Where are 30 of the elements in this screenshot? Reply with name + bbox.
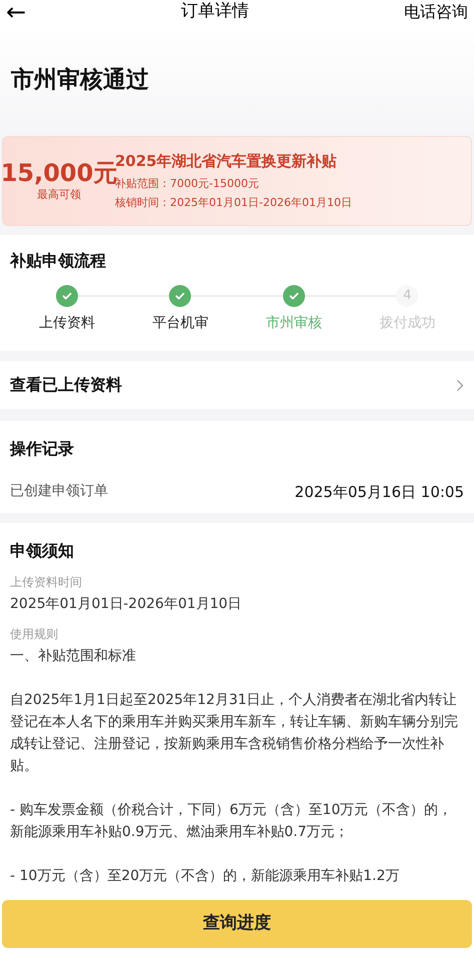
notice-paragraph: - 购车发票金额（价税合计，下同）6万元（含）至10万元（不含）的，新能源乘用车补贴0.9万元、燃油乘用车补贴0.7万元；: [10, 801, 454, 842]
subsidy-range: 补贴范围：7000元-15000元: [115, 176, 260, 192]
page-title: 订单详情: [181, 0, 250, 24]
notice-paragraph: 自2025年1月1日起至2025年12月31日止，个人消费者在湖北省内转让登记在本人名下的乘用车并购买乘用车新车，转让车辆、新购车辆分别完成转让登记、注册登记，按新购乘用车含税销售价格分档给予一次性补贴。: [10, 691, 459, 776]
notice-paragraph: 一、补贴范围和标准: [10, 647, 137, 666]
check-icon: [60, 290, 73, 302]
subsidy-title: 2025年湖北省汽车置换更新补贴: [115, 151, 338, 170]
check-progress-button[interactable]: 查询进度: [2, 900, 472, 948]
section-title: 操作记录: [10, 438, 75, 460]
redemption-period: 核销时间：2025年01月01日-2026年01月10日: [115, 195, 352, 212]
step-label: 拨付成功: [379, 314, 436, 333]
step-label: 上传资料: [38, 314, 95, 333]
chevron-right-icon: [456, 378, 464, 392]
notice-paragraph: 2025年01月01日-2026年01月10日: [10, 595, 243, 614]
view-uploaded-row[interactable]: 查看已上传资料: [0, 361, 474, 409]
amount-caption: 最高可领: [37, 186, 81, 203]
notice-label: 使用规则: [10, 626, 59, 643]
check-icon: [288, 290, 300, 302]
phone-consult-link[interactable]: 电话咨询: [404, 0, 468, 24]
notice-paragraph: - 10万元（含）至20万元（不含）的，新能源乘用车补贴1.2万: [10, 867, 400, 886]
step-label: 平台机审: [152, 314, 208, 333]
notice-label: 上传资料时间: [10, 574, 83, 591]
record-time: 2025年05月16日 10:05: [294, 482, 464, 503]
section-title: 申领须知: [10, 540, 75, 562]
back-button[interactable]: ←: [6, 0, 26, 24]
status-title: 市州审核通过: [11, 66, 149, 95]
step-label: 市州审核: [266, 314, 322, 333]
record-event: 已创建申领订单: [10, 482, 108, 501]
section-title: 补贴申领流程: [10, 250, 107, 272]
check-icon: [174, 290, 186, 302]
